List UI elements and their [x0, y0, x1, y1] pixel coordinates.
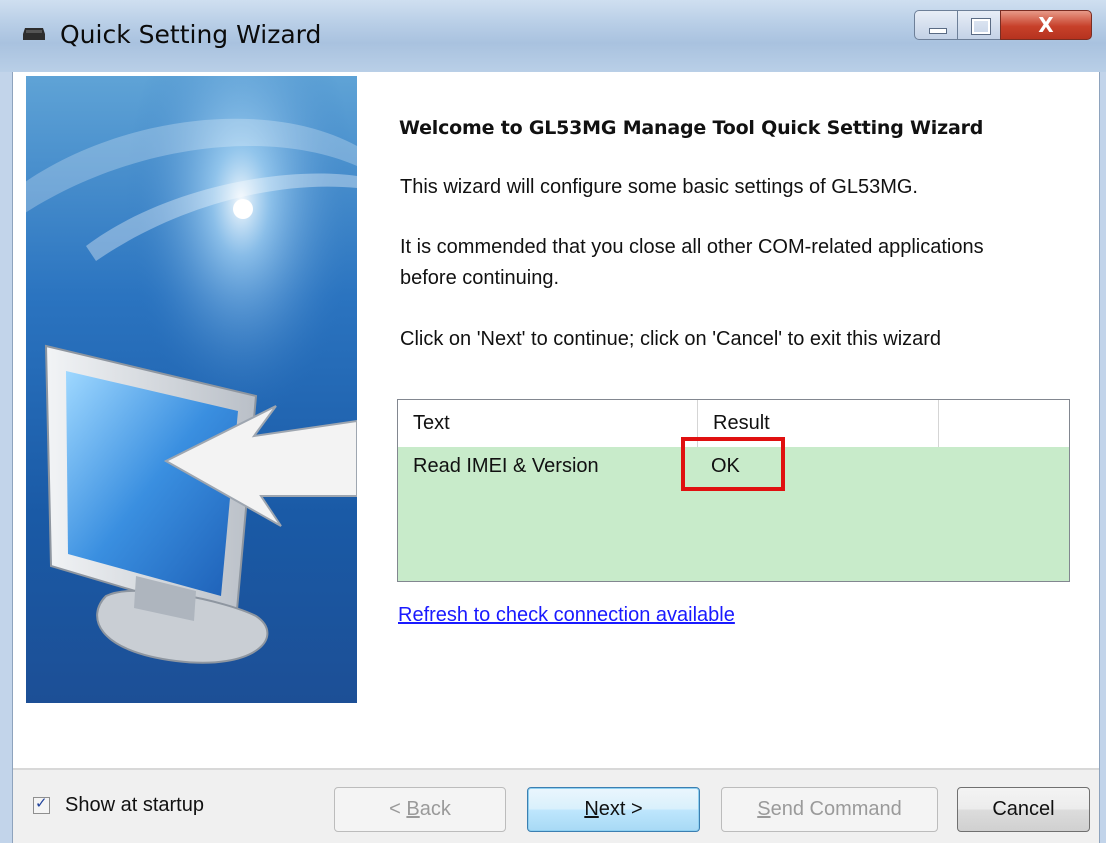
close-icon: X — [1038, 13, 1054, 37]
close-button[interactable]: X — [1000, 10, 1092, 40]
refresh-connection-link[interactable]: Refresh to check connection available — [398, 604, 735, 627]
minimize-button[interactable] — [914, 10, 958, 40]
wizard-side-banner — [26, 76, 357, 703]
result-highlight-box — [681, 437, 785, 491]
next-button[interactable]: Next > — [527, 787, 700, 832]
show-at-startup-label[interactable]: Show at startup — [65, 794, 204, 817]
cancel-button[interactable]: Cancel — [957, 787, 1090, 832]
window-frame-left — [0, 72, 13, 843]
title-bar[interactable]: Quick Setting Wizard X — [0, 0, 1106, 72]
back-button[interactable]: < Back — [334, 787, 506, 832]
intro-text: This wizard will configure some basic se… — [400, 176, 918, 198]
wizard-window: Quick Setting Wizard X Welcome to GL53MG… — [0, 0, 1106, 843]
wizard-heading: Welcome to GL53MG Manage Tool Quick Sett… — [399, 117, 984, 139]
minimize-icon — [929, 28, 947, 34]
back-button-prefix: < — [389, 798, 407, 820]
back-button-suffix: ack — [419, 798, 451, 820]
send-button-suffix: end Command — [770, 798, 902, 820]
app-icon — [23, 28, 45, 40]
send-command-button[interactable]: Send Command — [721, 787, 938, 832]
window-title: Quick Setting Wizard — [60, 20, 322, 49]
warning-text: It is commended that you close all other… — [400, 236, 984, 289]
maximize-button[interactable] — [957, 10, 1001, 40]
row-text-cell: Read IMEI & Version — [413, 455, 599, 477]
instruction-text: Click on 'Next' to continue; click on 'C… — [400, 328, 942, 350]
monitor-illustration — [26, 76, 357, 703]
column-header-result-label: Result — [713, 412, 770, 434]
column-header-text-label: Text — [413, 412, 450, 434]
next-button-accel: N — [584, 798, 599, 820]
column-header-empty[interactable] — [939, 400, 1069, 447]
show-at-startup-checkbox[interactable]: ✓ — [33, 794, 50, 814]
check-icon: ✓ — [35, 794, 48, 812]
window-frame-right — [1099, 72, 1106, 843]
next-button-suffix: ext > — [598, 798, 643, 820]
send-button-accel: S — [757, 798, 771, 820]
column-header-text[interactable]: Text — [398, 400, 698, 447]
back-button-accel: B — [406, 798, 420, 820]
maximize-icon — [971, 18, 991, 35]
